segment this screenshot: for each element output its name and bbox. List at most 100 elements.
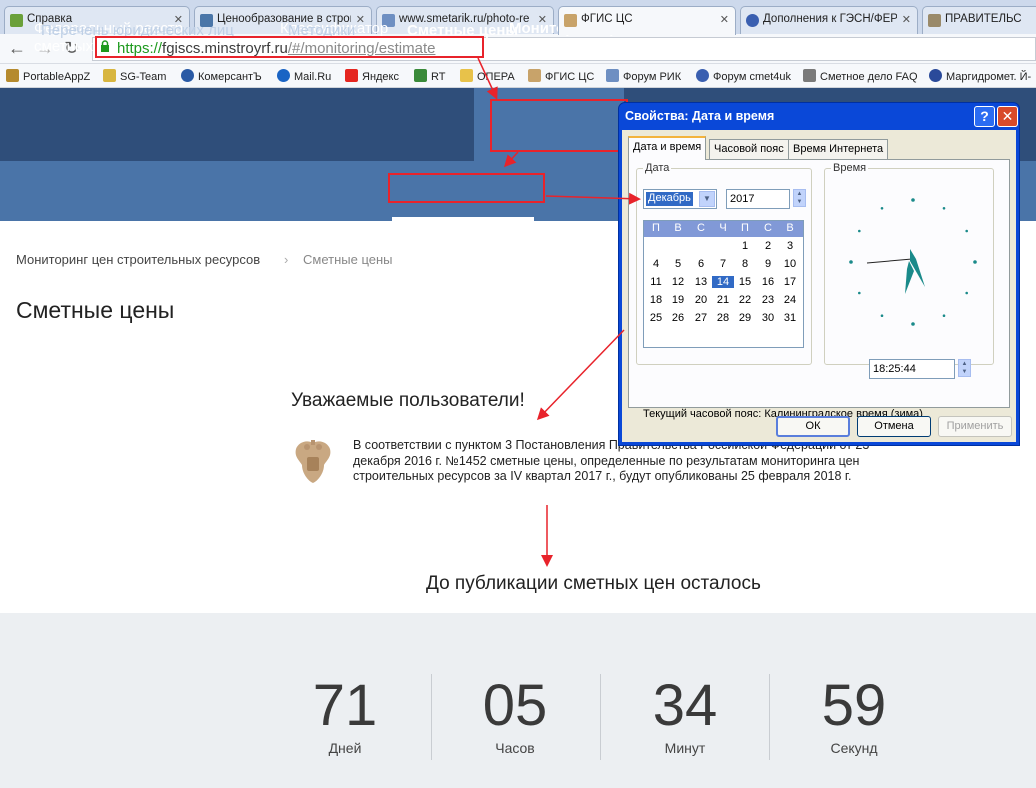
- rt-icon: [414, 69, 427, 82]
- calendar-day[interactable]: 18: [645, 294, 667, 306]
- breadcrumb-current: Сметные цены: [303, 252, 393, 267]
- calendar-day[interactable]: 13: [690, 276, 712, 288]
- calendar-day[interactable]: 16: [757, 276, 779, 288]
- chevron-down-icon: ▼: [699, 191, 715, 207]
- bookmark-sg-team[interactable]: SG-Team: [103, 69, 166, 83]
- month-select[interactable]: Декабрь ▼: [643, 189, 717, 209]
- calendar-day[interactable]: 4: [645, 258, 667, 270]
- calendar-day[interactable]: 3: [779, 240, 801, 252]
- tab-timezone[interactable]: Часовой пояс: [709, 139, 789, 159]
- bookmark-margidromet[interactable]: Маргидромет. Й-: [929, 69, 1031, 83]
- calendar-day[interactable]: 29: [734, 312, 756, 324]
- calendar-day[interactable]: 1: [734, 240, 756, 252]
- countdown-seconds-label: Секунд: [830, 740, 878, 756]
- tab-fgis-cs[interactable]: ФГИС ЦС ✕: [558, 6, 736, 35]
- greeting-heading: Уважаемые пользователи!: [291, 390, 525, 411]
- calendar-day[interactable]: 5: [667, 258, 689, 270]
- favicon-icon: [606, 69, 619, 82]
- calendar-day[interactable]: 8: [734, 258, 756, 270]
- clock-hour-mark: [849, 260, 853, 264]
- help-button[interactable]: ?: [974, 106, 995, 127]
- weekday-header: В: [786, 222, 794, 234]
- clock-hour-mark: [858, 291, 861, 295]
- bookmark-forum-rik[interactable]: Форум РИК: [606, 69, 681, 83]
- calendar-day[interactable]: 19: [667, 294, 689, 306]
- close-icon[interactable]: ✕: [902, 13, 911, 26]
- favicon-icon: [928, 14, 941, 27]
- calendar-day[interactable]: 27: [690, 312, 712, 324]
- calendar-day[interactable]: 31: [779, 312, 801, 324]
- month-calendar[interactable]: П В С Ч П С В 1 2 3 4 5 6 7 8 9 10 11 12 13 14 15 16 17 18 19 20 21…: [643, 220, 804, 348]
- calendar-day[interactable]: 21: [712, 294, 734, 306]
- spin-arrows-icon[interactable]: ▲ ▼: [958, 359, 971, 377]
- calendar-day[interactable]: 17: [779, 276, 801, 288]
- clock-hour-mark: [911, 322, 915, 326]
- ok-button[interactable]: ОК: [776, 416, 850, 437]
- clock-hour-mark: [880, 207, 884, 210]
- calendar-day[interactable]: 23: [757, 294, 779, 306]
- crown-icon: [103, 69, 116, 82]
- bookmark-rt[interactable]: RT: [414, 69, 445, 83]
- clock-hour-mark: [880, 314, 884, 317]
- bookmark-portableappz[interactable]: PortableAppZ: [6, 69, 90, 83]
- clock-hour-mark: [858, 229, 861, 233]
- bookmark-opera[interactable]: ОПЕРА: [460, 69, 515, 83]
- calendar-day[interactable]: 10: [779, 258, 801, 270]
- back-arrow-icon[interactable]: ←: [8, 38, 26, 58]
- favicon-icon: [564, 14, 577, 27]
- dialog-body: Дата и время Часовой пояс Время Интернет…: [622, 130, 1016, 442]
- weekday-header: С: [764, 222, 772, 234]
- breadcrumb-monitoring[interactable]: Мониторинг цен строительных ресурсов: [16, 252, 260, 267]
- spin-arrows-icon[interactable]: ▲ ▼: [793, 189, 806, 207]
- calendar-day-selected[interactable]: 14: [712, 276, 734, 288]
- favicon-icon: [746, 14, 759, 27]
- time-spinner[interactable]: 18:25:44: [869, 359, 955, 379]
- calendar-day[interactable]: 11: [645, 276, 667, 288]
- cancel-button[interactable]: Отмена: [857, 416, 931, 437]
- favicon-icon: [528, 69, 541, 82]
- favicon-icon: [696, 69, 709, 82]
- bookmark-kommersant[interactable]: КомерсантЪ: [181, 69, 262, 83]
- bookmark-smetnoe-delo[interactable]: Сметное дело FAQ: [803, 69, 918, 83]
- bookmark-forum-cmet4uk[interactable]: Форум cmet4uk: [696, 69, 791, 83]
- tab-pravitelstvo[interactable]: ПРАВИТЕЛЬСТВО РФ: [922, 6, 1036, 34]
- url-highlight-box: [95, 36, 484, 58]
- bookmark-mailru[interactable]: Mail.Ru: [277, 69, 331, 83]
- calendar-day[interactable]: 24: [779, 294, 801, 306]
- calendar-day[interactable]: 26: [667, 312, 689, 324]
- bookmark-fgis-cs[interactable]: ФГИС ЦС: [528, 69, 594, 83]
- calendar-day[interactable]: 12: [667, 276, 689, 288]
- close-icon[interactable]: ✕: [720, 13, 729, 26]
- tab-internet-time[interactable]: Время Интернета: [788, 139, 889, 159]
- favicon-icon: [929, 69, 942, 82]
- chevron-right-icon: ›: [284, 252, 289, 267]
- weekday-header: В: [674, 222, 682, 234]
- calendar-day[interactable]: 25: [645, 312, 667, 324]
- calendar-day[interactable]: 2: [757, 240, 779, 252]
- countdown-days-value: 71: [312, 673, 378, 738]
- folder-icon: [460, 69, 473, 82]
- tab-panel: Дата Время Декабрь ▼ 2017 ▲ ▼ ПВСЧПСВ12345…: [628, 159, 1010, 420]
- estimate-highlight-box: [388, 173, 545, 203]
- close-button[interactable]: ✕: [997, 106, 1018, 127]
- calendar-day[interactable]: 6: [690, 258, 712, 270]
- apply-button[interactable]: Применить: [938, 416, 1012, 437]
- mail-icon: [277, 69, 290, 82]
- calendar-day[interactable]: 15: [734, 276, 756, 288]
- bookmark-yandex[interactable]: Яндекс: [345, 69, 399, 83]
- calendar-day[interactable]: 7: [712, 258, 734, 270]
- calendar-day[interactable]: 9: [757, 258, 779, 270]
- tab-date-time[interactable]: Дата и время: [628, 136, 707, 160]
- calendar-day[interactable]: 22: [734, 294, 756, 306]
- arrow-to-greeting: [536, 329, 625, 421]
- calendar-day[interactable]: 28: [712, 312, 734, 324]
- tab-dopolneniya[interactable]: Дополнения к ГЭСН/ФЕР ✕: [740, 6, 918, 34]
- calendar-day[interactable]: 20: [690, 294, 712, 306]
- countdown-divider: [769, 674, 770, 760]
- year-spinner[interactable]: 2017: [726, 189, 790, 209]
- weekday-header: П: [652, 222, 660, 234]
- calendar-day[interactable]: 30: [757, 312, 779, 324]
- yandex-icon: [345, 69, 358, 82]
- countdown-divider: [600, 674, 601, 760]
- monitoring-highlight-box: [490, 99, 628, 152]
